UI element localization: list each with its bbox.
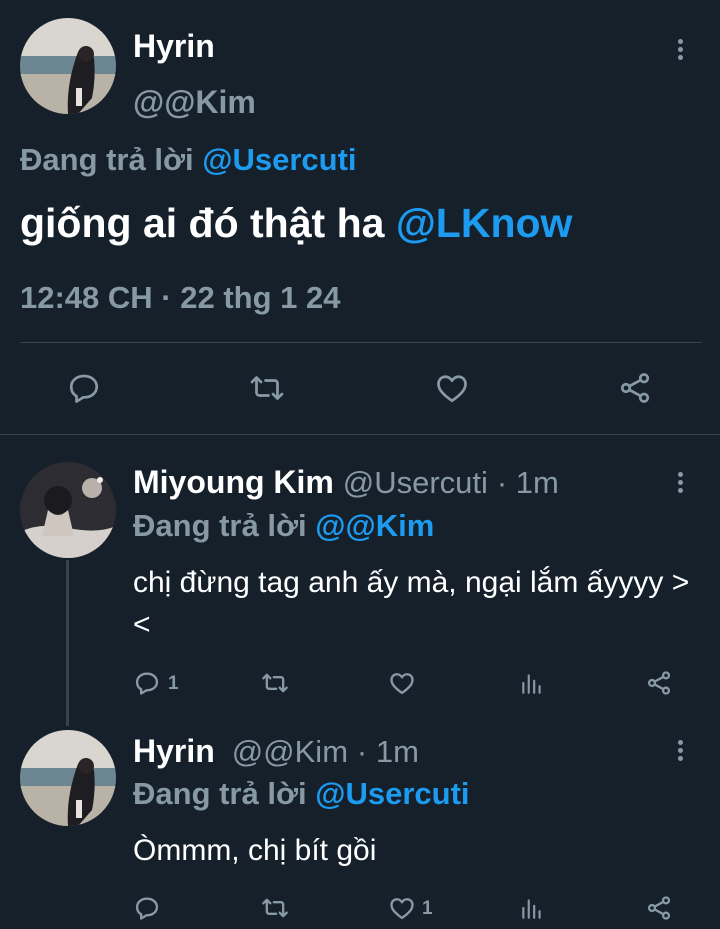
more-options-icon[interactable] [676, 39, 684, 63]
replying-to: Đang trả lời @Usercuti [20, 142, 357, 178]
share-icon[interactable] [645, 669, 673, 697]
replying-to: Đang trả lời @@Kim [133, 508, 434, 544]
share-icon[interactable] [617, 370, 653, 406]
more-options-icon[interactable] [676, 472, 684, 496]
replying-label: Đang trả lời [133, 508, 307, 543]
author-name[interactable]: Hyrin [133, 733, 215, 769]
retweet-icon[interactable] [247, 370, 287, 406]
replying-label: Đang trả lời [20, 142, 194, 177]
avatar[interactable] [20, 462, 116, 558]
avatar[interactable] [20, 18, 116, 114]
replying-to-handle[interactable]: @@Kim [315, 508, 434, 543]
reply-header: Hyrin @@Kim · 1m [133, 733, 419, 770]
avatar[interactable] [20, 730, 116, 826]
like-icon[interactable] [388, 669, 416, 697]
analytics-icon[interactable] [519, 669, 545, 697]
divider [0, 434, 720, 435]
like-count: 1 [422, 898, 433, 919]
mention-link[interactable]: @LKnow [396, 200, 573, 246]
tweet-text: giống ai đó thật ha @LKnow [20, 200, 572, 247]
author-handle[interactable]: @@Kim [232, 734, 348, 769]
retweet-icon[interactable] [259, 669, 291, 697]
thread-line [66, 560, 69, 726]
retweet-icon[interactable] [259, 894, 291, 922]
like-icon[interactable] [434, 370, 470, 406]
replying-to: Đang trả lời @Usercuti [133, 776, 470, 812]
analytics-icon[interactable] [519, 894, 545, 922]
reply-count: 1 [168, 673, 179, 694]
tweet-timestamp[interactable]: 12:48 CH · 22 thg 1 24 [20, 280, 340, 316]
reply-icon[interactable] [133, 669, 161, 697]
share-icon[interactable] [645, 894, 673, 922]
reply-icon[interactable] [66, 370, 102, 406]
divider [20, 342, 702, 343]
replying-to-handle[interactable]: @Usercuti [315, 776, 469, 811]
author-name[interactable]: Miyoung Kim [133, 464, 334, 500]
more-options-icon[interactable] [676, 740, 684, 764]
author-handle[interactable]: @@Kim [133, 84, 256, 121]
reply-icon[interactable] [133, 894, 161, 922]
reply-age: · 1m [496, 465, 559, 500]
reply-text: chị đừng tag anh ấy mà, ngại lắm ấyyyy >… [133, 566, 690, 641]
replying-label: Đang trả lời [133, 776, 307, 811]
author-handle[interactable]: @Usercuti [343, 465, 488, 500]
reply-age: · 1m [356, 734, 419, 769]
tweet-body: giống ai đó thật ha [20, 200, 385, 246]
replying-to-handle[interactable]: @Usercuti [202, 142, 356, 177]
reply-header: Miyoung Kim @Usercuti · 1m [133, 464, 559, 501]
reply-text: Òmmm, chị bít gồi [133, 834, 377, 867]
author-name[interactable]: Hyrin [133, 28, 215, 65]
like-icon[interactable] [388, 894, 416, 922]
